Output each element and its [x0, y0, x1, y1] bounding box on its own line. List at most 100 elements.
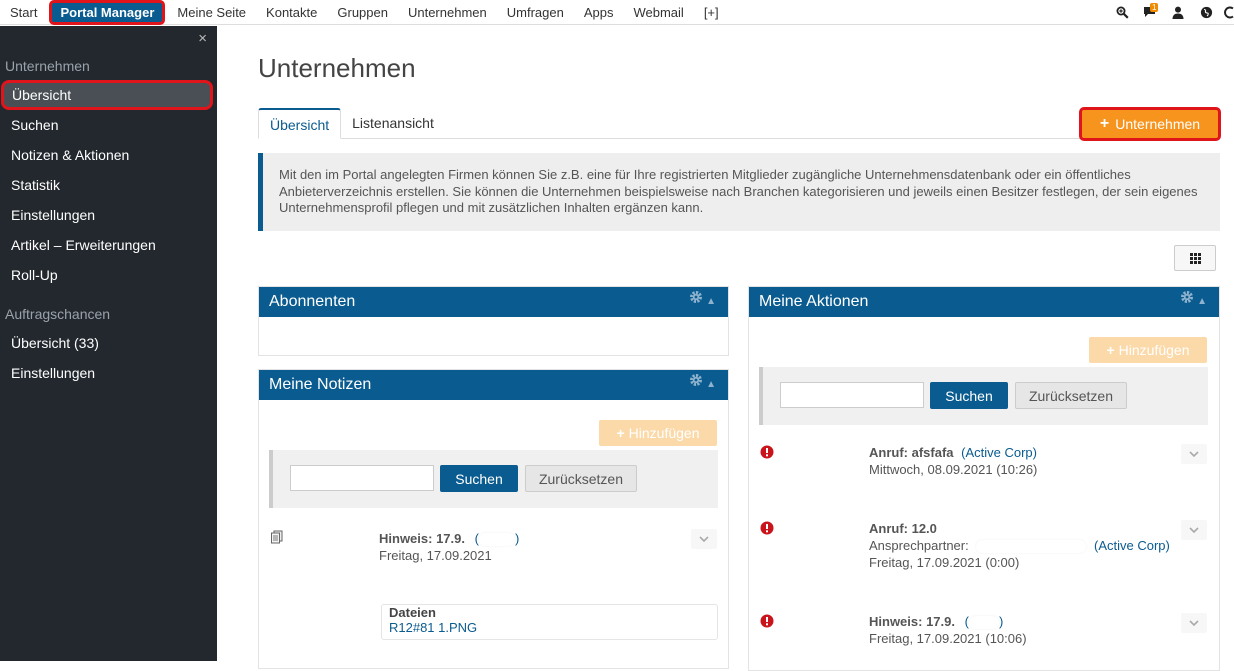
sidebar-item-statistik[interactable]: Statistik	[0, 170, 217, 200]
action-entry[interactable]: Anruf: afsfafa (Active Corp) Mittwoch, 0…	[869, 444, 1169, 478]
notes-add-button[interactable]: + Hinzufügen	[599, 420, 717, 446]
action-entry-date: Mittwoch, 08.09.2021 (10:26)	[869, 462, 1038, 477]
zoom-search-icon[interactable]	[1108, 0, 1136, 25]
nav-apps[interactable]: Apps	[574, 0, 624, 25]
nav-portal-manager[interactable]: Portal Manager	[49, 0, 166, 25]
nav-webmail[interactable]: Webmail	[623, 0, 693, 25]
notes-add-label: Hinzufügen	[628, 425, 700, 441]
actions-search-input[interactable]	[780, 382, 924, 408]
alert-icon	[760, 521, 774, 535]
action-entry-title: Anruf: afsfafa	[869, 445, 954, 460]
redacted-name	[976, 540, 1087, 554]
nav-add-more[interactable]: [+]	[694, 0, 729, 25]
nav-umfragen[interactable]: Umfragen	[497, 0, 574, 25]
sidebar-item-notizen-aktionen[interactable]: Notizen & Aktionen	[0, 140, 217, 170]
actions-search-bar: Suchen Zurücksetzen	[759, 367, 1208, 425]
actions-add-button[interactable]: + Hinzufügen	[1089, 337, 1207, 363]
action-entry-menu-button[interactable]	[1181, 444, 1207, 464]
tab-listenansicht[interactable]: Listenansicht	[341, 108, 445, 139]
tab-uebersicht[interactable]: Übersicht	[258, 108, 342, 139]
gear-icon[interactable]	[689, 287, 703, 317]
subscribers-panel: Abonnenten ▲	[258, 286, 729, 356]
action-entry-menu-button[interactable]	[1181, 520, 1207, 540]
plus-icon: +	[1099, 115, 1110, 132]
add-company-button[interactable]: + Unternehmen	[1079, 107, 1221, 141]
chevron-down-icon	[1189, 451, 1199, 457]
notes-panel-title: Meine Notizen	[269, 376, 372, 393]
action-entry-company-link[interactable]: (Active Corp)	[1094, 538, 1170, 553]
subscribers-panel-title: Abonnenten	[269, 293, 356, 310]
action-entry-date: Freitag, 17.09.2021 (10:06)	[869, 631, 1027, 646]
action-entry-date: Freitag, 17.09.2021 (0:00)	[869, 555, 1020, 570]
info-box: Mit den im Portal angelegten Firmen könn…	[258, 153, 1220, 231]
grid-layout-button[interactable]	[1174, 245, 1216, 271]
top-navigation-bar: Start Portal Manager Meine Seite Kontakt…	[0, 0, 1234, 25]
action-entry-contact-label: Ansprechpartner:	[869, 538, 969, 553]
grid-icon	[1189, 252, 1201, 264]
top-nav-menu: Start Portal Manager Meine Seite Kontakt…	[0, 0, 729, 25]
redacted-name	[478, 533, 515, 547]
sidebar: × Unternehmen Übersicht Suchen Notizen &…	[0, 26, 217, 661]
sidebar-item-auftragschancen-uebersicht[interactable]: Übersicht (33)	[0, 328, 217, 358]
action-entry[interactable]: Hinweis: 17.9. () Freitag, 17.09.2021 (1…	[869, 613, 1169, 647]
add-company-label: Unternehmen	[1115, 116, 1201, 132]
nav-kontakte[interactable]: Kontakte	[256, 0, 327, 25]
sidebar-item-einstellungen[interactable]: Einstellungen	[0, 200, 217, 230]
alert-icon	[760, 445, 774, 459]
notes-search-bar: Suchen Zurücksetzen	[269, 450, 718, 508]
chevron-down-icon	[699, 536, 709, 542]
note-entry-title: Hinweis: 17.9.	[379, 531, 465, 546]
note-document-icon	[270, 530, 284, 547]
nav-start[interactable]: Start	[0, 0, 47, 25]
action-entry-title: Hinweis: 17.9.	[869, 614, 955, 629]
chat-icon[interactable]: 1	[1136, 0, 1164, 25]
chevron-down-icon	[1189, 527, 1199, 533]
notes-panel: Meine Notizen ▲ + Hinzufügen Suchen Zurü…	[258, 369, 729, 669]
actions-reset-button[interactable]: Zurücksetzen	[1015, 382, 1127, 409]
collapse-chevron-icon[interactable]: ▲	[706, 287, 716, 317]
action-entry-paren-close: )	[998, 614, 1004, 629]
tab-bar: Übersicht Listenansicht	[258, 108, 1220, 139]
sidebar-section-auftragschancen: Auftragschancen	[5, 306, 111, 322]
main-content: Unternehmen Übersicht Listenansicht + Un…	[217, 26, 1234, 671]
collapse-chevron-icon[interactable]: ▲	[1197, 287, 1207, 317]
action-entry-company-link[interactable]: (Active Corp)	[961, 445, 1037, 460]
gear-icon[interactable]	[1180, 287, 1194, 317]
sidebar-item-suchen[interactable]: Suchen	[0, 110, 217, 140]
note-entry[interactable]: Hinweis: 17.9. () Freitag, 17.09.2021	[379, 530, 629, 564]
sidebar-item-uebersicht[interactable]: Übersicht	[1, 80, 213, 110]
nav-unternehmen[interactable]: Unternehmen	[398, 0, 497, 25]
globe-icon[interactable]	[1192, 0, 1220, 25]
notes-search-button[interactable]: Suchen	[440, 465, 518, 492]
note-entry-menu-button[interactable]	[691, 529, 717, 549]
note-entry-paren-close: )	[514, 531, 520, 546]
nav-gruppen[interactable]: Gruppen	[327, 0, 398, 25]
panel-tools[interactable]: ▲	[689, 287, 716, 317]
notes-reset-button[interactable]: Zurücksetzen	[525, 465, 637, 492]
actions-panel-header: Meine Aktionen ▲	[749, 287, 1219, 317]
sidebar-item-auftragschancen-einstellungen[interactable]: Einstellungen	[0, 358, 217, 388]
sidebar-item-artikel-erweiterungen[interactable]: Artikel – Erweiterungen	[0, 230, 217, 260]
gear-icon[interactable]	[689, 370, 703, 400]
collapse-chevron-icon[interactable]: ▲	[706, 370, 716, 400]
user-icon[interactable]	[1164, 0, 1192, 25]
nav-meine-seite[interactable]: Meine Seite	[167, 0, 256, 25]
plus-icon: +	[1106, 342, 1115, 358]
actions-search-button[interactable]: Suchen	[930, 382, 1008, 409]
close-sidebar-icon[interactable]: ×	[198, 30, 207, 47]
note-files-box: Dateien R12#81 1.PNG	[381, 604, 718, 640]
notes-search-input[interactable]	[290, 465, 434, 491]
sidebar-item-roll-up[interactable]: Roll-Up	[0, 260, 217, 290]
actions-panel: Meine Aktionen ▲ + Hinzufügen Suchen Zur…	[748, 286, 1220, 671]
panel-tools[interactable]: ▲	[1180, 287, 1207, 317]
plus-icon: +	[616, 425, 625, 441]
logout-icon[interactable]	[1220, 0, 1234, 25]
action-entry-menu-button[interactable]	[1181, 613, 1207, 633]
top-icons: 1	[1108, 0, 1234, 25]
action-entry-title: Anruf: 12.0	[869, 521, 937, 536]
files-label: Dateien	[389, 605, 436, 620]
notes-panel-header: Meine Notizen ▲	[259, 370, 728, 400]
file-link[interactable]: R12#81 1.PNG	[389, 620, 710, 635]
panel-tools[interactable]: ▲	[689, 370, 716, 400]
action-entry[interactable]: Anruf: 12.0 Ansprechpartner: (Active Cor…	[869, 520, 1199, 571]
